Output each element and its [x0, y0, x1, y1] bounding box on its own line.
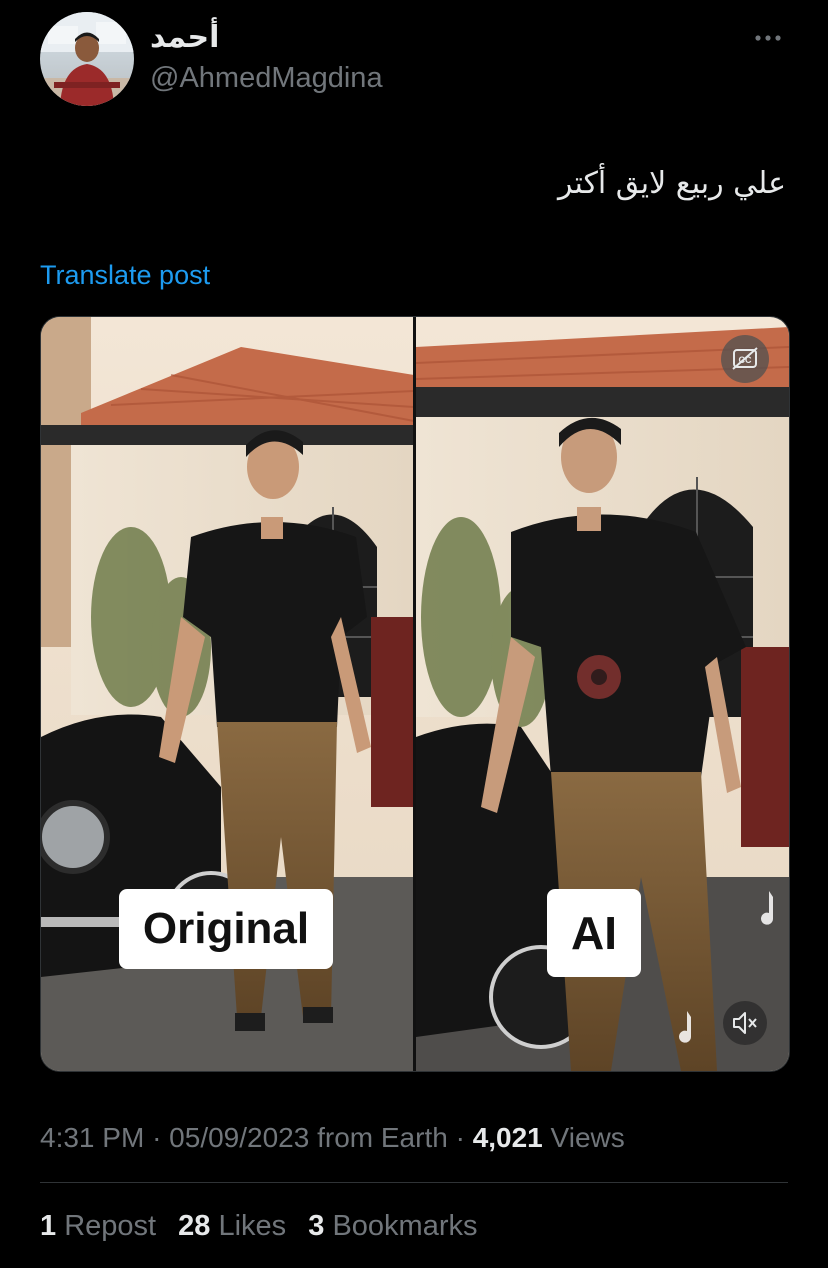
- post-detail-view: أحمد @AhmedMagdina علي ربيع لايق أكتر Tr…: [0, 0, 828, 1268]
- translate-post-link[interactable]: Translate post: [40, 260, 210, 291]
- likes-label: Likes: [218, 1210, 287, 1242]
- reposts-label: Repost: [64, 1210, 157, 1242]
- reposts-count: 1: [40, 1210, 57, 1242]
- post-time[interactable]: 4:31 PM: [40, 1122, 144, 1153]
- post-text: علي ربيع لايق أكتر: [557, 166, 786, 201]
- avatar[interactable]: [40, 12, 134, 106]
- closed-captions-icon[interactable]: CC: [721, 335, 769, 383]
- original-label: Original: [119, 889, 333, 969]
- more-options-icon[interactable]: [752, 26, 784, 50]
- bookmarks-count: 3: [308, 1210, 325, 1242]
- post-video[interactable]: Original AI CC: [40, 316, 790, 1072]
- engagement-stats: 1 Repost 28 Likes 3 Bookmarks: [40, 1210, 492, 1243]
- views-count: 4,021: [472, 1122, 543, 1153]
- divider: [40, 1182, 788, 1183]
- separator-dot: ·: [152, 1122, 162, 1153]
- bookmarks-stat[interactable]: 3 Bookmarks: [308, 1210, 477, 1242]
- author-handle[interactable]: @AhmedMagdina: [150, 62, 383, 95]
- ai-label: AI: [547, 889, 641, 977]
- reposts-stat[interactable]: 1 Repost: [40, 1210, 164, 1242]
- bookmarks-label: Bookmarks: [332, 1210, 478, 1242]
- post-source: from Earth: [317, 1122, 448, 1153]
- post-date[interactable]: 05/09/2023: [169, 1122, 309, 1153]
- mute-icon[interactable]: [723, 1001, 767, 1045]
- likes-stat[interactable]: 28 Likes: [178, 1210, 294, 1242]
- author-display-name[interactable]: أحمد: [150, 20, 219, 55]
- views-label: Views: [550, 1122, 625, 1153]
- separator-dot: ·: [455, 1122, 465, 1153]
- post-metadata: 4:31 PM · 05/09/2023 from Earth · 4,021 …: [40, 1122, 625, 1154]
- likes-count: 28: [178, 1210, 211, 1242]
